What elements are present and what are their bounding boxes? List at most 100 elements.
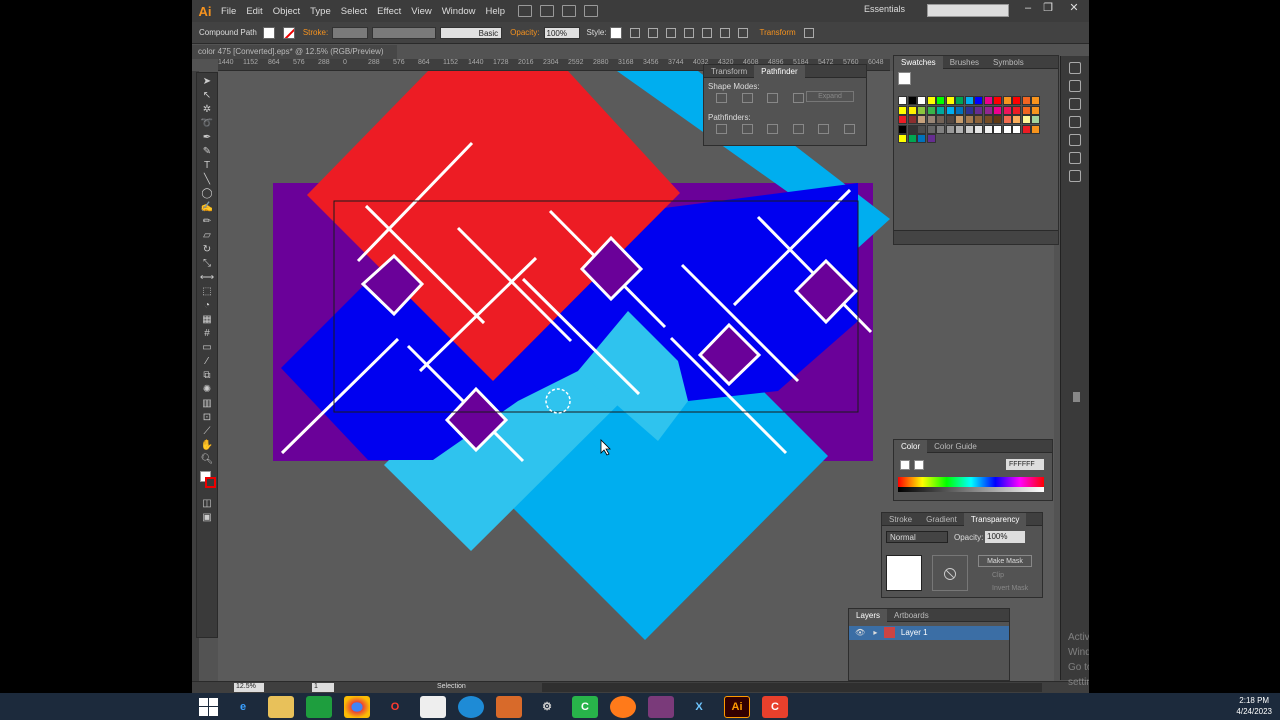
app-tool-icon[interactable]: ⚙ (534, 696, 560, 718)
zoom-tool-icon[interactable]: 🔍︎ (200, 454, 214, 465)
swatch[interactable] (917, 115, 926, 124)
menu-select[interactable]: Select (336, 6, 372, 17)
swatch[interactable] (1002, 105, 1012, 115)
app-orange-icon[interactable] (496, 695, 522, 718)
stroke-weight-field[interactable] (332, 26, 369, 39)
menu-view[interactable]: View (406, 6, 436, 17)
swatch[interactable] (1021, 124, 1031, 134)
swatch[interactable] (917, 105, 926, 115)
symbol-sprayer-tool-icon[interactable]: ✺ (200, 384, 214, 395)
menu-object[interactable]: Object (268, 6, 305, 17)
start-button[interactable] (197, 696, 219, 718)
current-tool-status[interactable]: Selection (437, 683, 466, 690)
swatch[interactable] (974, 105, 983, 115)
swatch[interactable] (983, 96, 993, 105)
swatch[interactable] (955, 124, 964, 134)
fill-swatch[interactable] (262, 26, 275, 39)
bridge-icon[interactable] (518, 5, 533, 17)
swatch[interactable] (907, 124, 917, 134)
magic-wand-tool-icon[interactable]: ✲ (200, 104, 214, 115)
stroke-swatch[interactable] (282, 26, 295, 39)
graphic-styles-icon[interactable] (1069, 152, 1081, 164)
tab-pathfinder[interactable]: Pathfinder (754, 64, 805, 78)
swatch[interactable] (993, 105, 1002, 115)
menu-effect[interactable]: Effect (372, 6, 406, 17)
swatch[interactable] (907, 134, 917, 143)
appearance-icon[interactable] (1069, 134, 1081, 146)
brush-definition[interactable]: Basic (440, 26, 503, 39)
winrar-icon[interactable] (648, 695, 674, 718)
swatch[interactable] (936, 105, 945, 115)
layer-row[interactable]: 👁︎ ▸ Layer 1 (849, 626, 1009, 640)
symbols-icon[interactable] (1069, 116, 1081, 128)
hex-color-field[interactable]: FFFFFF (1006, 459, 1044, 470)
swatch[interactable] (1012, 105, 1021, 115)
crop-button[interactable] (792, 124, 804, 134)
swatch[interactable] (926, 115, 936, 124)
tab-layers[interactable]: Layers (849, 608, 888, 622)
type-tool-icon[interactable]: T (200, 160, 214, 171)
eyedropper-tool-icon[interactable]: ⁄ (200, 356, 214, 367)
swatch[interactable] (926, 124, 936, 134)
unite-button[interactable] (716, 93, 727, 103)
swatch[interactable] (926, 105, 936, 115)
brushes-icon[interactable] (1069, 98, 1081, 110)
color-spectrum[interactable] (898, 477, 1044, 492)
swatch[interactable] (898, 124, 907, 134)
column-graph-tool-icon[interactable]: ▥ (200, 398, 214, 409)
hand-tool-icon[interactable]: ✋ (200, 440, 214, 451)
horizontal-scrollbar[interactable] (542, 683, 1042, 692)
swatch[interactable] (936, 115, 945, 124)
expand-layer-icon[interactable]: ▸ (873, 628, 877, 637)
clip-checkbox[interactable]: Clip (992, 572, 1004, 579)
swatch[interactable] (1021, 105, 1031, 115)
minus-back-button[interactable] (843, 124, 855, 134)
swatch[interactable] (1031, 96, 1040, 105)
swatch[interactable] (1021, 115, 1031, 124)
pen-tool-icon[interactable]: ✒ (200, 132, 214, 143)
lasso-tool-icon[interactable]: ➰ (200, 118, 214, 129)
artboard-tool-icon[interactable]: ⊡ (200, 412, 214, 423)
swatch[interactable] (898, 134, 907, 143)
camtasia-icon[interactable]: C (572, 695, 598, 718)
app-x-icon[interactable]: X (686, 696, 712, 718)
store-icon[interactable] (306, 695, 332, 718)
align-center-icon[interactable] (665, 27, 676, 38)
swatch[interactable] (936, 96, 945, 105)
transparency-opacity-field[interactable]: 100% (985, 531, 1025, 543)
swatch[interactable] (993, 96, 1002, 105)
blend-tool-icon[interactable]: ⧉ (200, 370, 214, 381)
draw-mode-icon[interactable]: ◫ (200, 498, 214, 509)
swatch[interactable] (907, 105, 917, 115)
swatch[interactable] (898, 115, 907, 124)
swatch[interactable] (964, 115, 974, 124)
fill-stroke-widget[interactable] (197, 469, 217, 495)
swatch[interactable] (917, 96, 926, 105)
blend-mode-select[interactable]: Normal (886, 531, 948, 543)
system-clock[interactable]: 2:18 PM 4/24/2023 (1236, 695, 1272, 717)
invert-mask-checkbox[interactable]: Invert Mask (992, 585, 1028, 592)
trim-button[interactable] (741, 124, 753, 134)
paintbrush-tool-icon[interactable]: ✍ (200, 202, 214, 213)
swatch[interactable] (936, 124, 945, 134)
color-guide-icon[interactable] (1069, 80, 1081, 92)
document-icon[interactable] (420, 695, 446, 718)
menu-window[interactable]: Window (437, 6, 481, 17)
swatch[interactable] (974, 124, 983, 134)
isolate-icon[interactable] (803, 27, 814, 38)
menu-file[interactable]: File (216, 6, 241, 17)
swatch[interactable] (955, 115, 964, 124)
swatch[interactable] (964, 105, 974, 115)
minus-front-button[interactable] (741, 93, 753, 103)
swatch[interactable] (945, 115, 955, 124)
align-top-icon[interactable] (701, 27, 712, 38)
swatch[interactable] (1031, 105, 1040, 115)
swatch[interactable] (898, 105, 907, 115)
swatch[interactable] (898, 96, 907, 105)
swatch[interactable] (983, 105, 993, 115)
swatch[interactable] (974, 115, 983, 124)
screen-mode-icon[interactable]: ▣ (200, 512, 214, 523)
search-input[interactable] (927, 4, 1009, 17)
dock-scrollbar-thumb[interactable] (1073, 392, 1080, 402)
intersect-button[interactable] (767, 93, 779, 103)
